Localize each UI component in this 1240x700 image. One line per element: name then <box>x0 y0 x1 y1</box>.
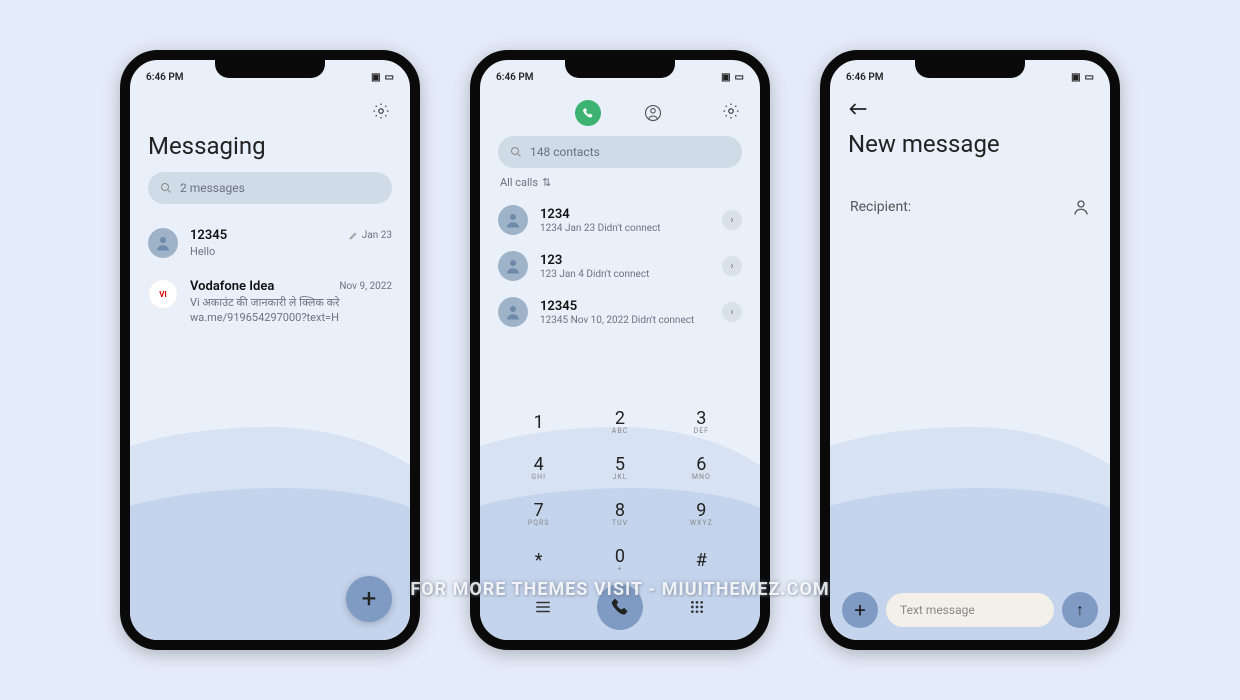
call-detail: 1234 Jan 23 Didn't connect <box>540 223 710 234</box>
search-icon <box>160 182 172 194</box>
person-icon <box>1072 198 1090 216</box>
page-title: New message <box>848 130 1092 158</box>
battery-icon: ▭ <box>385 72 394 83</box>
call-detail: 12345 Nov 10, 2022 Didn't connect <box>540 315 710 326</box>
contact-icon <box>644 104 662 122</box>
search-placeholder: 148 contacts <box>530 145 600 159</box>
settings-button[interactable] <box>720 100 742 122</box>
call-detail-button[interactable]: › <box>722 256 742 276</box>
call-name: 123 <box>540 253 710 268</box>
call-detail-button[interactable]: › <box>722 302 742 322</box>
chevron-icon: ⇅ <box>542 176 551 189</box>
avatar <box>148 228 178 258</box>
input-placeholder: Text message <box>900 603 975 617</box>
message-item[interactable]: VI Vodafone Idea Nov 9, 2022 Vi अकाउंट क… <box>148 269 392 335</box>
sender-name: Vodafone Idea <box>190 279 274 294</box>
gear-icon <box>722 102 740 120</box>
call-detail: 123 Jan 4 Didn't connect <box>540 269 710 280</box>
gear-icon <box>372 102 390 120</box>
avatar: VI <box>148 279 178 309</box>
pencil-icon <box>349 231 358 240</box>
filter-dropdown[interactable]: All calls ⇅ <box>498 168 742 197</box>
message-date: Nov 9, 2022 <box>339 281 392 292</box>
arrow-left-icon <box>848 102 868 116</box>
chevron-right-icon: › <box>730 261 733 272</box>
call-name: 1234 <box>540 207 710 222</box>
message-preview: Vi अकाउंट की जानकारी ले क्लिक करे wa.me/… <box>190 296 392 325</box>
search-input[interactable]: 148 contacts <box>498 136 742 168</box>
camera-icon: ▣ <box>371 72 380 83</box>
watermark: FOR MORE THEMES VISIT - MIUITHEMEZ.COM <box>410 579 829 600</box>
page-title: Messaging <box>148 132 392 160</box>
search-placeholder: 2 messages <box>180 181 245 195</box>
plus-icon: + <box>854 598 865 622</box>
phone-new-message: 6:46 PM ▣▭ New message Recipient: + Text… <box>820 50 1120 650</box>
call-detail-button[interactable]: › <box>722 210 742 230</box>
call-log-item[interactable]: 123 123 Jan 4 Didn't connect › <box>498 243 742 289</box>
call-log-item[interactable]: 12345 12345 Nov 10, 2022 Didn't connect … <box>498 289 742 335</box>
call-name: 12345 <box>540 299 710 314</box>
status-bar: 6:46 PM ▣ ▭ <box>130 60 410 88</box>
message-date: Jan 23 <box>349 230 392 241</box>
message-preview: Hello <box>190 245 392 259</box>
person-icon <box>154 234 172 252</box>
tab-phone[interactable] <box>575 100 601 126</box>
clock: 6:46 PM <box>846 72 884 83</box>
clock: 6:46 PM <box>496 72 534 83</box>
avatar <box>498 251 528 281</box>
chevron-right-icon: › <box>730 307 733 318</box>
person-icon <box>504 303 522 321</box>
message-input[interactable]: Text message <box>886 593 1054 627</box>
call-log-item[interactable]: 1234 1234 Jan 23 Didn't connect › <box>498 197 742 243</box>
back-button[interactable] <box>848 102 1092 116</box>
send-button[interactable]: ↑ <box>1062 592 1098 628</box>
search-input[interactable]: 2 messages <box>148 172 392 204</box>
arrow-up-icon: ↑ <box>1076 600 1084 620</box>
message-item[interactable]: 12345 Jan 23 Hello <box>148 218 392 269</box>
phone-messaging: 6:46 PM ▣ ▭ Messaging 2 messages <box>120 50 420 650</box>
clock: 6:46 PM <box>146 72 184 83</box>
settings-button[interactable] <box>370 100 392 122</box>
phone-icon <box>582 107 594 119</box>
avatar <box>498 297 528 327</box>
status-bar: 6:46 PM ▣▭ <box>480 60 760 88</box>
recipient-label: Recipient: <box>850 199 911 215</box>
person-icon <box>504 211 522 229</box>
tab-contacts[interactable] <box>641 101 665 125</box>
sender-name: 12345 <box>190 228 227 243</box>
search-icon <box>510 146 522 158</box>
add-contact-button[interactable] <box>1072 198 1090 216</box>
status-bar: 6:46 PM ▣▭ <box>830 60 1110 88</box>
chevron-right-icon: › <box>730 215 733 226</box>
phone-dialer: 6:46 PM ▣▭ 148 contacts All calls <box>470 50 770 650</box>
person-icon <box>504 257 522 275</box>
attach-button[interactable]: + <box>842 592 878 628</box>
avatar <box>498 205 528 235</box>
